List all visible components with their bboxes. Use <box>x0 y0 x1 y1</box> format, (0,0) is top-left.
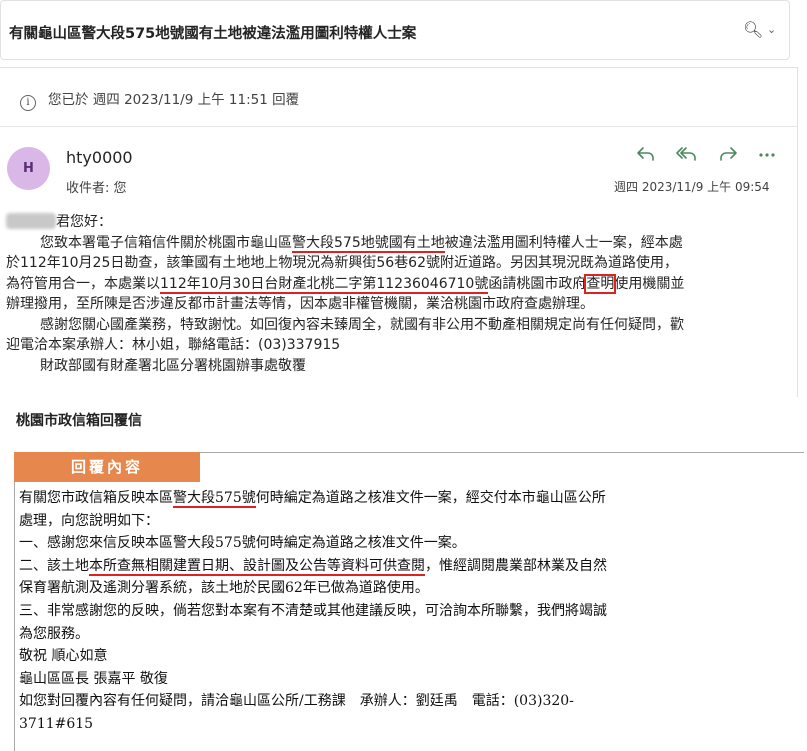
reply-line-5: 保育署航測及遙測分署系統，該土地於民國62年已做為道路使用。 <box>19 580 429 597</box>
body-line-1: 您致本署電子信箱信件關於桃園市龜山區警大段575地號國有土地被違法濫用圖利特權人… <box>40 234 683 253</box>
reply-line-1: 有關您市政信箱反映本區警大段575號何時編定為道路之核准文件一案，經交付本市龜山… <box>19 490 606 508</box>
divider <box>0 126 798 127</box>
reply-line-2: 處理，向您說明如下： <box>19 512 159 529</box>
signature-line: 財政部國有財產署北區分署桃園辦事處敬覆 <box>40 357 306 374</box>
underlined-document-no: 112年10月30日台財產北桃二字第11236046710號 <box>160 275 489 294</box>
forward-icon[interactable] <box>718 146 738 162</box>
greeting-line: 君您好： <box>6 212 786 233</box>
underlined-parcel: 警大段575地號國有土地 <box>292 234 445 253</box>
recipient-line: 收件者: 您 <box>66 181 127 196</box>
body-line-6: 迎電洽本案承辦人：林小姐，聯絡電話：(03)337915 <box>6 337 341 353</box>
reply-line-4: 二、該土地本所查無相關建置日期、設計圖及公告等資料可供查閱，惟經調閱農業部林業及… <box>19 557 607 576</box>
info-icon: i <box>20 95 36 111</box>
reply-content: 有關您市政信箱反映本區警大段575號何時編定為道路之核准文件一案，經交付本市龜山… <box>19 487 805 736</box>
message-date: 週四 2023/11/9 上午 09:54 <box>614 180 770 194</box>
underlined-parcel-reply: 警大段575號 <box>173 490 256 508</box>
boxed-word: 查明 <box>584 273 617 294</box>
body-line-2: 於112年10月25日勘查，該筆國有土地地上物現況為新興街56巷62號附近道路。… <box>6 255 678 271</box>
reply-line-10: 如您對回覆內容有任何疑問，請洽龜山區公所/工務課 承辦人：劉廷禹 電話：(03)… <box>19 693 574 710</box>
reply-all-icon[interactable] <box>676 146 698 162</box>
redacted-name <box>6 213 56 229</box>
reply-line-9: 龜山區區長 張嘉平 敬復 <box>19 670 168 687</box>
zoom-icon[interactable]: 🔍︎ <box>743 20 763 39</box>
chevron-down-icon[interactable]: ⌄ <box>767 23 776 36</box>
reply-info-banner: i 您已於 週四 2023/11/9 上午 11:51 回覆 <box>20 88 299 111</box>
body-line-4: 辦理撥用，至所陳是否涉違反都市計畫法等情，因本處非權管機關，業洽桃園市政府查處辦… <box>6 296 594 312</box>
sender-name[interactable]: hty0000 <box>66 148 133 167</box>
reply-line-6: 三、非常感謝您的反映，倘若您對本案有不清楚或其他建議反映，可洽詢本所聯繫，我們將… <box>19 602 607 619</box>
reply-info-text: 您已於 週四 2023/11/9 上午 11:51 回覆 <box>48 92 300 108</box>
underlined-no-records: 本所查無相關建置日期、設計圖及公告等資料可供查閱 <box>89 557 425 576</box>
reply-line-8: 敬祝 順心如意 <box>19 648 108 665</box>
reply-line-11: 3711#615 <box>19 715 94 732</box>
message-body: 君您好： 您致本署電子信箱信件關於桃園市龜山區警大段575地號國有土地被違法濫用… <box>6 212 786 376</box>
avatar[interactable]: H <box>7 147 50 190</box>
reply-tab: 回覆內容 <box>14 452 200 482</box>
reply-icon[interactable] <box>636 146 656 162</box>
reply-line-3: 一、感謝您來信反映本區警大段575號何時編定為道路之核准文件一案。 <box>19 535 466 552</box>
reply-section-title: 桃園市政信箱回覆信 <box>16 413 142 429</box>
body-line-5: 感謝您關心國產業務，特致謝忱。如回復內容未臻周全，就國有非公用不動產相關規定尚有… <box>40 316 684 333</box>
email-subject: 有關龜山區警大段575地號國有土地被違法濫用圖利特權人士案 <box>9 26 417 42</box>
reply-line-7: 為您服務。 <box>19 625 89 642</box>
more-icon[interactable] <box>758 146 776 162</box>
subject-bar: 有關龜山區警大段575地號國有土地被違法濫用圖利特權人士案 🔍︎ ⌄ <box>0 0 790 60</box>
body-line-3: 為符管用合一，本處業以112年10月30日台財產北桃二字第11236046710… <box>6 273 685 294</box>
